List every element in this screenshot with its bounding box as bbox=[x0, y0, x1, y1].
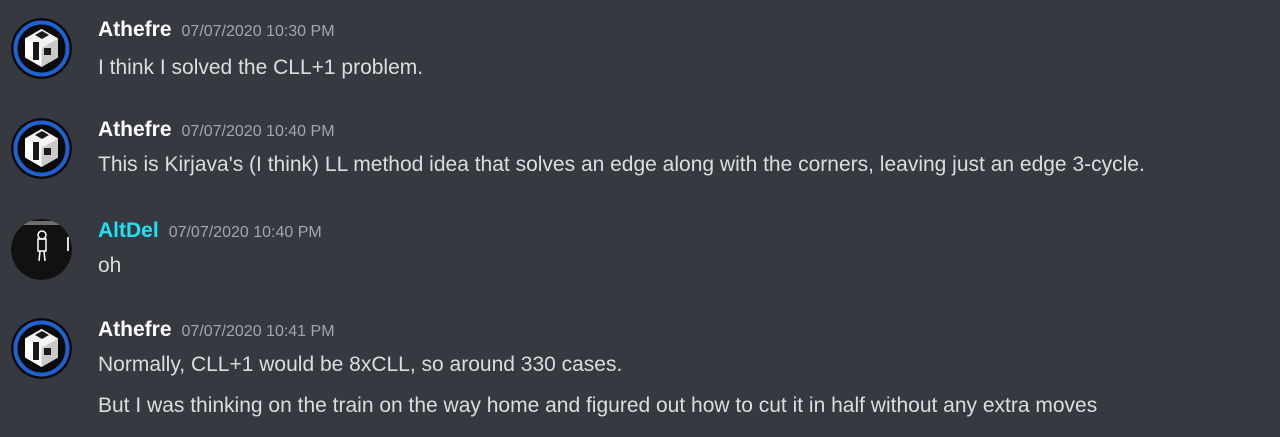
message-text: But I was thinking on the train on the w… bbox=[98, 394, 1098, 417]
message-text: This is Kirjava's (I think) LL method id… bbox=[98, 153, 1145, 176]
athefre-avatar-icon[interactable] bbox=[11, 118, 72, 179]
timestamp[interactable]: 07/07/2020 10:41 PM bbox=[182, 323, 335, 340]
username[interactable]: AltDel bbox=[98, 219, 159, 242]
message-header: Athefre 07/07/2020 10:30 PM bbox=[98, 18, 335, 42]
timestamp[interactable]: 07/07/2020 10:40 PM bbox=[169, 224, 322, 241]
message-header: AltDel 07/07/2020 10:40 PM bbox=[98, 219, 322, 243]
username[interactable]: Athefre bbox=[98, 18, 172, 41]
athefre-avatar-icon[interactable] bbox=[11, 318, 72, 379]
timestamp[interactable]: 07/07/2020 10:40 PM bbox=[182, 123, 335, 140]
message-text: I think I solved the CLL+1 problem. bbox=[98, 56, 424, 79]
message-text: Normally, CLL+1 would be 8xCLL, so aroun… bbox=[98, 353, 623, 376]
athefre-avatar-icon[interactable] bbox=[11, 18, 72, 79]
message-text: oh bbox=[98, 254, 122, 277]
message-header: Athefre 07/07/2020 10:40 PM bbox=[98, 118, 335, 142]
username[interactable]: Athefre bbox=[98, 118, 172, 141]
username[interactable]: Athefre bbox=[98, 318, 172, 341]
timestamp[interactable]: 07/07/2020 10:30 PM bbox=[182, 23, 335, 40]
message-header: Athefre 07/07/2020 10:41 PM bbox=[98, 318, 335, 342]
altdel-avatar-icon[interactable] bbox=[11, 219, 72, 280]
